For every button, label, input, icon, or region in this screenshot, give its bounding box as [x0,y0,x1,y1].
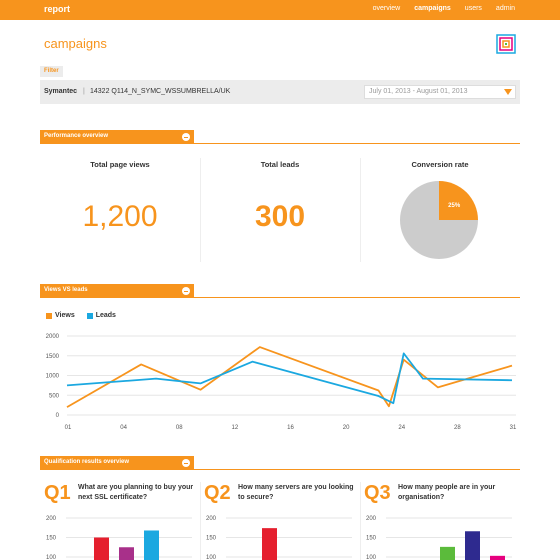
views-leads-section-header: Views VS leads [40,284,520,298]
legend-item-leads[interactable]: Leads [86,312,116,319]
nav-overview[interactable]: overview [373,5,401,12]
pie-slice-0[interactable] [439,181,478,220]
y-tick-label: 1500 [46,354,60,360]
x-tick-label: 01 [65,425,72,431]
qualification-section-tab[interactable]: Qualification results overview [40,456,194,470]
nav-users[interactable]: users [465,5,482,12]
question-number: Q3 [364,482,391,504]
views-leads-section-tab[interactable]: Views VS leads [40,284,194,298]
client-logo-icon [496,34,516,54]
bar-1[interactable] [440,546,455,560]
performance-section-header: Performance overview [40,130,520,144]
filter-tab[interactable]: Filter [40,66,63,77]
collapse-icon[interactable] [182,133,190,141]
x-tick-label: 28 [454,425,461,431]
nav-campaigns[interactable]: campaigns [414,5,451,12]
y-tick-label: 150 [206,536,217,542]
legend-swatch [86,312,93,319]
q2-bar-chart: 100 150 200 [206,516,352,560]
x-tick-label: 12 [232,425,239,431]
y-tick-label: 500 [49,393,60,399]
legend-label: Leads [95,312,116,319]
filter-campaign: 14322 Q114_N_SYMC_WSSUMBRELLA/UK [90,88,231,95]
kpi-title: Conversion rate [411,160,469,169]
pie-slice-label: 25% [448,203,461,209]
chart-legend: Views Leads [46,312,116,319]
y-tick-label: 2000 [46,334,60,340]
collapse-icon[interactable] [182,287,190,295]
legend-label: Views [55,312,75,319]
y-tick-label: 200 [46,516,57,522]
y-tick-label: 0 [56,413,60,419]
date-range-select[interactable]: July 01, 2013 - August 01, 2013 [364,85,516,99]
y-tick-label: 150 [46,536,57,542]
y-tick-label: 100 [366,555,377,560]
kpi-leads: Total leads 300 [200,158,360,262]
filter-client: Symantec [44,88,78,95]
y-tick-label: 100 [206,555,217,560]
x-tick-label: 04 [120,425,127,431]
bar-3[interactable] [490,555,505,560]
kpi-title: Total leads [260,160,300,169]
conversion-pie-chart: 25% [400,181,478,259]
chevron-down-icon [504,89,512,95]
date-range-value: July 01, 2013 - August 01, 2013 [369,88,468,95]
bar-1[interactable] [262,528,277,560]
date-range-dropdown-button[interactable] [501,86,515,98]
question-text: How many servers are you looking to secu… [238,484,354,501]
y-tick-label: 1000 [46,374,60,380]
x-tick-label: 08 [176,425,183,431]
x-tick-label: 16 [287,425,294,431]
bar-3[interactable] [144,530,159,560]
performance-section-tab[interactable]: Performance overview [40,130,194,144]
nav-admin[interactable]: admin [496,5,515,12]
y-tick-label: 100 [46,555,57,560]
y-tick-label: 200 [206,516,217,522]
bar-2[interactable] [465,531,480,560]
filter-bar: Symantec | 14322 Q114_N_SYMC_WSSUMBRELLA… [40,80,520,104]
bar-2[interactable] [119,547,134,560]
page-title: campaigns [44,36,107,51]
kpi-page-views: Total page views 1,200 [40,158,200,262]
qualification-section-header: Qualification results overview [40,456,520,470]
y-tick-label: 150 [366,536,377,542]
top-navbar: report overview campaigns users admin [0,0,560,20]
x-tick-label: 31 [510,425,517,431]
question-number: Q2 [204,482,231,504]
y-tick-label: 200 [366,516,377,522]
kpi-title: Total page views [90,160,150,169]
question-number: Q1 [44,482,71,504]
section-title: Performance overview [44,133,109,139]
x-tick-label: 24 [398,425,405,431]
legend-item-views[interactable]: Views [46,312,75,319]
main-nav: overview campaigns users admin [373,5,515,12]
q3-bar-chart: 100 150 200 [366,516,512,560]
question-text: What are you planning to buy your next S… [78,484,194,501]
bar-1[interactable] [94,537,109,560]
x-tick-label: 20 [343,425,350,431]
collapse-icon[interactable] [182,459,190,467]
legend-swatch [46,312,52,319]
q1-bar-chart: 100 150 200 [46,516,192,560]
kpi-value: 1,200 [82,200,158,233]
filter-separator: | [83,88,85,95]
section-title: Qualification results overview [44,459,130,465]
kpi-value: 300 [254,200,306,233]
views-leads-line-chart: 0 500 1000 1500 2000 01 04 08 12 16 20 24 28 31 [46,334,517,431]
question-text: How many people are in your organisation… [398,484,496,501]
brand-logo-text[interactable]: report [44,4,70,14]
section-title: Views VS leads [44,287,88,293]
